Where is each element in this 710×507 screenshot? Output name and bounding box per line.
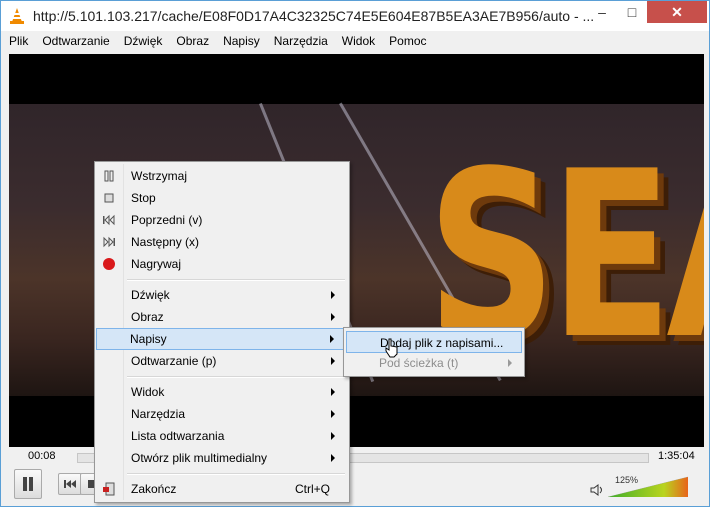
menu-item-pause[interactable]: Wstrzymaj: [97, 165, 347, 187]
submenu-item-add-subtitle-file[interactable]: Dodaj plik z napisami...: [346, 331, 522, 353]
menu-help[interactable]: Pomoc: [382, 31, 433, 52]
pause-icon: [104, 170, 114, 182]
menu-item-label: Poprzedni (v): [131, 213, 203, 227]
submenu-arrow-icon: [331, 410, 335, 418]
submenu-arrow-icon: [331, 313, 335, 321]
context-menu: Wstrzymaj Stop Poprzedni (v) Następny (x…: [94, 161, 350, 503]
menu-item-label: Napisy: [130, 332, 167, 346]
submenu-arrow-icon: [331, 432, 335, 440]
menu-item-label: Otwórz plik multimedialny: [131, 451, 268, 465]
quit-icon: [103, 482, 115, 496]
maximize-button[interactable]: □: [617, 1, 647, 23]
menu-video[interactable]: Obraz: [169, 31, 216, 52]
menu-item-open-media[interactable]: Otwórz plik multimedialny: [97, 447, 347, 469]
stop-icon: [104, 193, 114, 203]
menu-item-shortcut: Ctrl+Q: [295, 482, 331, 496]
menu-item-playback[interactable]: Odtwarzanie (p): [97, 350, 347, 372]
submenu-arrow-icon: [508, 359, 512, 367]
submenu-arrow-icon: [330, 335, 334, 343]
previous-icon: [103, 214, 115, 226]
menu-item-label: Narzędzia: [131, 407, 186, 421]
menu-item-label: Pod ścieżka (t): [379, 356, 459, 370]
close-button[interactable]: ✕: [647, 1, 707, 23]
record-icon: [103, 258, 115, 270]
menu-item-label: Lista odtwarzania: [131, 429, 225, 443]
submenu-item-sub-track[interactable]: Pod ścieżka (t): [346, 352, 522, 374]
menu-item-label: Stop: [131, 191, 156, 205]
total-time: 1:35:04: [658, 450, 695, 462]
pause-button[interactable]: [14, 469, 42, 499]
volume-slider[interactable]: [608, 475, 688, 497]
next-icon: [103, 236, 115, 248]
menu-item-label: Nagrywaj: [131, 257, 182, 271]
menu-item-label: Odtwarzanie (p): [131, 354, 217, 368]
submenu-arrow-icon: [331, 291, 335, 299]
menu-item-previous[interactable]: Poprzedni (v): [97, 209, 347, 231]
previous-icon: [64, 480, 76, 488]
submenu-arrow-icon: [331, 454, 335, 462]
subtitles-submenu: Dodaj plik z napisami... Pod ścieżka (t): [343, 327, 525, 377]
menu-item-audio[interactable]: Dźwięk: [97, 284, 347, 306]
menu-item-tools[interactable]: Narzędzia: [97, 403, 347, 425]
submenu-arrow-icon: [331, 388, 335, 396]
window-title: http://5.101.103.217/cache/E08F0D17A4C32…: [33, 8, 595, 24]
menu-item-label: Zakończ: [131, 482, 177, 496]
menu-item-view[interactable]: Widok: [97, 381, 347, 403]
menu-subtitles[interactable]: Napisy: [216, 31, 267, 52]
speaker-icon[interactable]: [590, 484, 604, 496]
submenu-arrow-icon: [331, 357, 335, 365]
menu-item-quit[interactable]: Zakończ Ctrl+Q: [97, 478, 347, 500]
menu-playback[interactable]: Odtwarzanie: [35, 31, 116, 52]
menu-bar: Plik Odtwarzanie Dźwięk Obraz Napisy Nar…: [2, 31, 708, 52]
menu-separator: [127, 376, 345, 378]
menu-item-label: Obraz: [131, 310, 164, 324]
menu-item-label: Dźwięk: [131, 288, 170, 302]
menu-item-record[interactable]: Nagrywaj: [97, 253, 347, 275]
menu-view[interactable]: Widok: [335, 31, 382, 52]
menu-audio[interactable]: Dźwięk: [117, 31, 170, 52]
menu-item-label: Następny (x): [131, 235, 200, 249]
menu-separator: [127, 473, 345, 475]
menu-tools[interactable]: Narzędzia: [267, 31, 335, 52]
menu-file[interactable]: Plik: [2, 31, 35, 52]
mouse-cursor-icon: [385, 338, 398, 358]
menu-item-stop[interactable]: Stop: [97, 187, 347, 209]
menu-item-label: Wstrzymaj: [131, 169, 187, 183]
previous-button[interactable]: [58, 473, 82, 495]
menu-item-video[interactable]: Obraz: [97, 306, 347, 328]
menu-item-subtitles[interactable]: Napisy: [96, 328, 348, 350]
menu-separator: [127, 279, 345, 281]
minimize-button[interactable]: –: [587, 1, 617, 23]
title-bar[interactable]: http://5.101.103.217/cache/E08F0D17A4C32…: [1, 1, 709, 31]
menu-item-label: Widok: [131, 385, 165, 399]
menu-item-next[interactable]: Następny (x): [97, 231, 347, 253]
vlc-cone-icon: [10, 8, 24, 24]
menu-item-playlist[interactable]: Lista odtwarzania: [97, 425, 347, 447]
elapsed-time: 00:08: [28, 450, 56, 462]
